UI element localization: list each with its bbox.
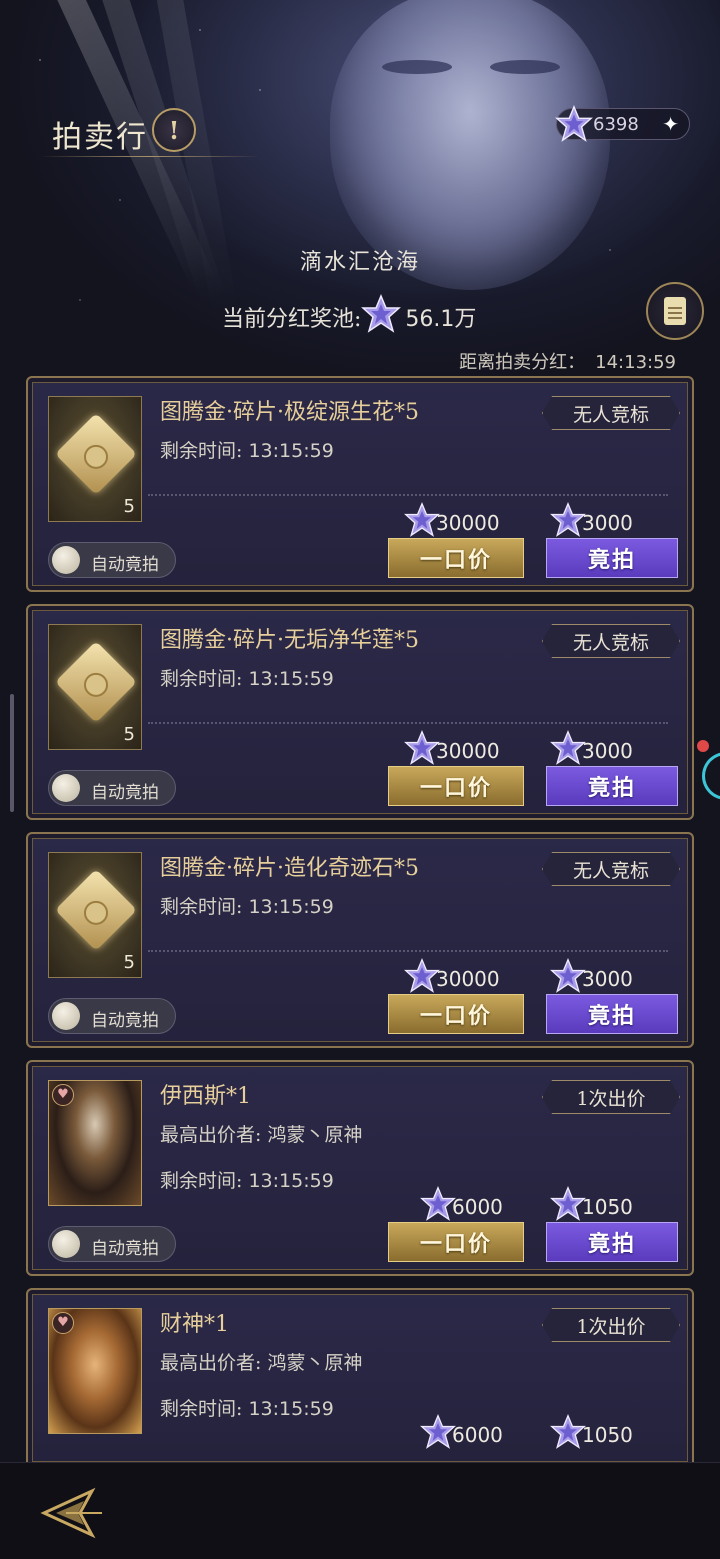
buyout-price: 30000 <box>404 730 500 771</box>
item-name: 图腾金·碎片·无垢净华莲*5 <box>160 628 419 653</box>
bid-button[interactable]: 竟拍 <box>546 766 678 806</box>
auction-card: 5 图腾金·碎片·无垢净华莲*5 剩余时间: 13:15:59 无人竞标 300… <box>26 604 694 820</box>
star-gem-icon <box>361 294 402 340</box>
bid-button[interactable]: 竟拍 <box>546 538 678 578</box>
auto-bid-toggle[interactable]: 自动竟拍 <box>48 1226 176 1262</box>
bid-button[interactable]: 竟拍 <box>546 1222 678 1262</box>
bid-status-badge: 无人竞标 <box>542 852 680 886</box>
buyout-price: 6000 <box>420 1414 503 1455</box>
back-arrow-icon[interactable] <box>36 1483 106 1543</box>
remaining-time: 剩余时间: 13:15:59 <box>160 440 334 462</box>
page-title: 拍卖行 <box>52 120 148 155</box>
star-gem-icon <box>420 1186 456 1227</box>
remaining-time: 剩余时间: 13:15:59 <box>160 1170 334 1192</box>
item-count: 5 <box>123 952 135 973</box>
bid-status-badge: 1次出价 <box>542 1080 680 1114</box>
bid-price: 3000 <box>550 502 633 543</box>
item-name: 伊西斯*1 <box>160 1084 251 1109</box>
pool-label: 当前分红奖池: <box>222 307 362 332</box>
pool-subtitle: 滴水汇沧海 <box>299 250 420 275</box>
star-gem-icon <box>404 958 440 999</box>
buyout-button[interactable]: 一口价 <box>388 1222 524 1262</box>
bid-status-badge: 无人竞标 <box>542 624 680 658</box>
remaining-time: 剩余时间: 13:15:59 <box>160 668 334 690</box>
item-name: 图腾金·碎片·极绽源生花*5 <box>160 400 419 425</box>
puzzle-piece-icon <box>54 868 138 952</box>
remaining-time: 剩余时间: 13:15:59 <box>160 896 334 918</box>
floating-assistant-ring[interactable] <box>702 752 720 800</box>
item-count: 5 <box>123 496 135 517</box>
bid-price: 1050 <box>550 1186 633 1227</box>
exclamation-icon[interactable]: ! <box>152 108 196 152</box>
notification-dot <box>697 740 709 752</box>
countdown-label: 距离拍卖分红： <box>459 352 586 373</box>
currency-display: 6398 ✦ <box>555 105 690 142</box>
buyout-button[interactable]: 一口价 <box>388 994 524 1034</box>
top-bidder: 最高出价者: 鸿蒙丶原神 <box>160 1352 363 1374</box>
star-gem-icon <box>550 730 586 771</box>
auction-card: 5 图腾金·碎片·极绽源生花*5 剩余时间: 13:15:59 无人竞标 300… <box>26 376 694 592</box>
title-divider <box>40 156 260 157</box>
star-gem-icon <box>404 502 440 543</box>
item-thumbnail[interactable]: 5 <box>48 852 142 978</box>
bid-price: 3000 <box>550 958 633 999</box>
star-gem-icon <box>420 1414 456 1455</box>
divider <box>148 494 668 496</box>
auto-bid-toggle[interactable]: 自动竟拍 <box>48 998 176 1034</box>
scroll-handle[interactable] <box>10 694 14 812</box>
auto-bid-toggle[interactable]: 自动竟拍 <box>48 770 176 806</box>
divider <box>148 950 668 952</box>
star-gem-icon <box>404 730 440 771</box>
character-portrait-isis[interactable]: ♥ <box>48 1080 142 1206</box>
item-thumbnail[interactable]: 5 <box>48 624 142 750</box>
buyout-price: 30000 <box>404 958 500 999</box>
auction-card: ♥ 财神*1 最高出价者: 鸿蒙丶原神 剩余时间: 13:15:59 1次出价 … <box>26 1288 694 1468</box>
auction-card: ♥ 伊西斯*1 最高出价者: 鸿蒙丶原神 剩余时间: 13:15:59 1次出价… <box>26 1060 694 1276</box>
item-name: 图腾金·碎片·造化奇迹石*5 <box>160 856 419 881</box>
auto-bid-toggle[interactable]: 自动竟拍 <box>48 542 176 578</box>
bid-status-badge: 1次出价 <box>542 1308 680 1342</box>
dividend-pool: 当前分红奖池: 56.1万 <box>222 294 476 340</box>
currency-amount: 6398 <box>593 114 639 135</box>
heart-badge-icon: ♥ <box>52 1084 74 1106</box>
buyout-price: 30000 <box>404 502 500 543</box>
star-gem-icon <box>550 502 586 543</box>
plus-sparkle-icon[interactable]: ✦ <box>662 112 679 136</box>
star-gem-icon <box>550 1414 586 1455</box>
star-gem-icon <box>555 105 593 147</box>
item-count: 5 <box>123 724 135 745</box>
countdown-time: 14:13:59 <box>595 352 676 373</box>
item-thumbnail[interactable]: 5 <box>48 396 142 522</box>
auction-card: 5 图腾金·碎片·造化奇迹石*5 剩余时间: 13:15:59 无人竞标 300… <box>26 832 694 1048</box>
top-bidder: 最高出价者: 鸿蒙丶原神 <box>160 1124 363 1146</box>
buyout-button[interactable]: 一口价 <box>388 766 524 806</box>
divider <box>148 722 668 724</box>
bid-status-badge: 无人竞标 <box>542 396 680 430</box>
character-portrait-caishen[interactable]: ♥ <box>48 1308 142 1434</box>
bid-button[interactable]: 竟拍 <box>546 994 678 1034</box>
heart-badge-icon: ♥ <box>52 1312 74 1334</box>
notice-document-icon[interactable] <box>646 282 704 340</box>
puzzle-piece-icon <box>54 412 138 496</box>
remaining-time: 剩余时间: 13:15:59 <box>160 1398 334 1420</box>
dividend-countdown: 距离拍卖分红： 14:13:59 <box>459 348 676 374</box>
buyout-price: 6000 <box>420 1186 503 1227</box>
pool-value: 56.1万 <box>405 307 477 332</box>
star-gem-icon <box>550 958 586 999</box>
buyout-button[interactable]: 一口价 <box>388 538 524 578</box>
bottom-bar <box>0 1462 720 1559</box>
star-gem-icon <box>550 1186 586 1227</box>
bid-price: 1050 <box>550 1414 633 1455</box>
puzzle-piece-icon <box>54 640 138 724</box>
item-name: 财神*1 <box>160 1312 229 1337</box>
bid-price: 3000 <box>550 730 633 771</box>
